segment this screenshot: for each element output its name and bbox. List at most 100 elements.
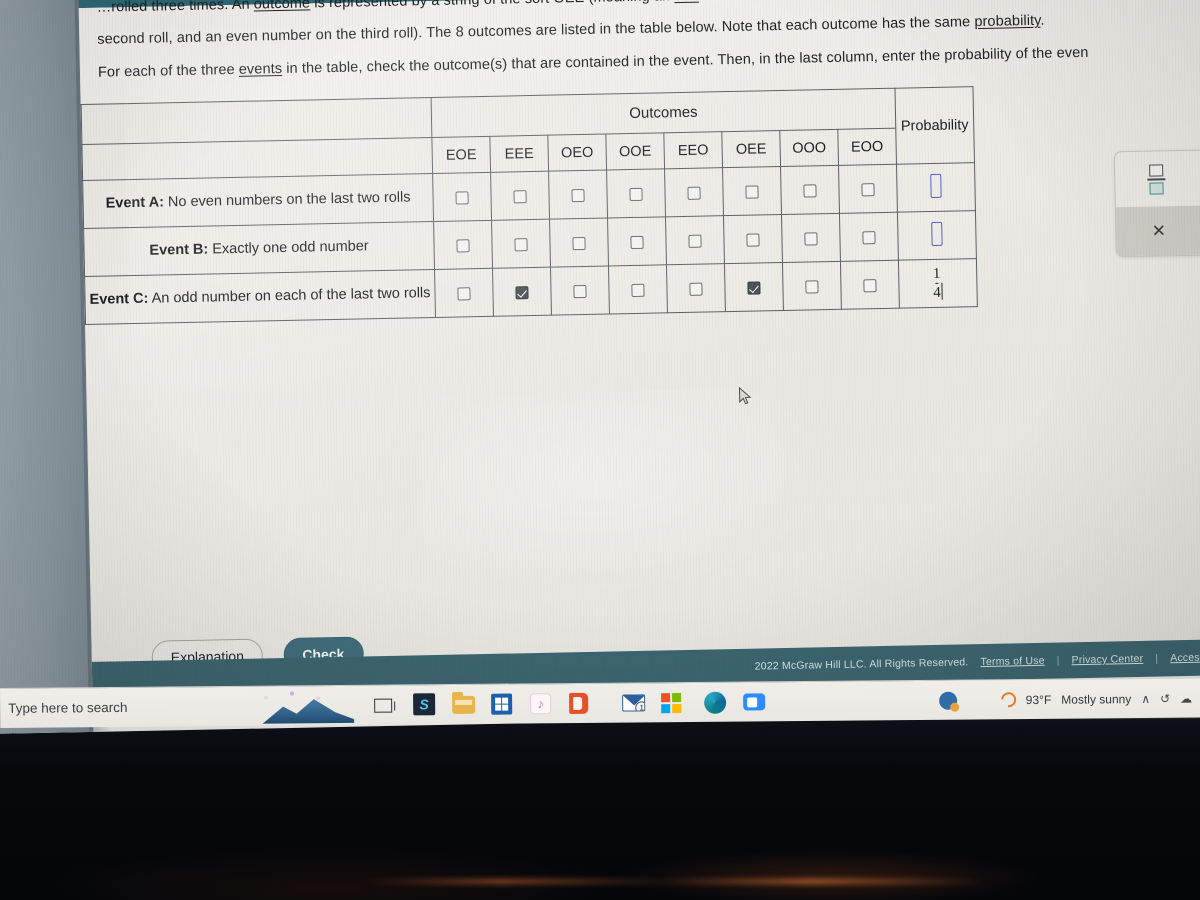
probability-cell[interactable] (896, 162, 976, 213)
event-label-cell: Event B: Exactly one odd number (83, 221, 435, 277)
checkbox-cell-eoe[interactable] (432, 172, 492, 222)
task-view-button[interactable] (374, 693, 398, 717)
footer-separator: | (1155, 652, 1159, 665)
cloud-icon[interactable]: ☁ (1180, 691, 1192, 705)
fraction-value[interactable]: 14 (933, 265, 941, 300)
checkbox-cell-ooe[interactable] (608, 264, 668, 314)
outcome-link[interactable]: outcome (254, 0, 311, 13)
checkbox-cell-eee[interactable] (490, 171, 550, 221)
checkbox-unchecked[interactable] (629, 188, 643, 202)
prose-text: …rolled three times. An (96, 0, 254, 16)
worksheet-table-zone: Outcomes Probability EOE EEE OEO OOE EEO OEE O… (80, 84, 1087, 404)
checkbox-unchecked[interactable] (746, 233, 760, 248)
checkbox-cell-oeo[interactable] (548, 170, 608, 220)
checkbox-cell-eoo[interactable] (839, 212, 899, 262)
checkbox-unchecked[interactable] (514, 238, 528, 252)
checkbox-unchecked[interactable] (687, 186, 701, 201)
checkbox-unchecked[interactable] (688, 234, 702, 249)
fraction-denominator-box (1149, 182, 1164, 195)
office-button[interactable] (569, 691, 593, 715)
outcome-header-ooo: OOO (779, 129, 839, 167)
checkbox-cell-ooo[interactable] (782, 261, 842, 311)
file-explorer-button[interactable] (452, 692, 476, 716)
edge-button[interactable] (704, 690, 729, 725)
outcome-header-eeo: EEO (663, 131, 723, 169)
terms-of-use-link[interactable]: Terms of Use (980, 655, 1044, 668)
zoom-button[interactable] (743, 690, 767, 714)
checkbox-checked[interactable] (747, 281, 761, 295)
privacy-center-link[interactable]: Privacy Center (1071, 653, 1143, 666)
checkbox-unchecked[interactable] (571, 189, 585, 203)
checkbox-unchecked[interactable] (631, 284, 645, 298)
itunes-button[interactable]: ♪ (530, 692, 554, 716)
text-caret (941, 282, 943, 300)
snipping-tool-button[interactable]: S (413, 692, 437, 717)
fraction-icon[interactable] (1145, 162, 1168, 196)
checkbox-unchecked[interactable] (861, 183, 875, 197)
checkbox-cell-oee[interactable] (722, 166, 782, 216)
chevron-up-icon[interactable]: ∧ (1141, 691, 1150, 705)
checkbox-unchecked[interactable] (456, 239, 470, 253)
start-button[interactable] (661, 691, 685, 715)
desk-reflection (365, 878, 985, 885)
checkbox-cell-eee[interactable] (491, 219, 551, 269)
palette-bottom-row: ✕ ↺ (1115, 203, 1200, 258)
checkbox-unchecked[interactable] (805, 280, 819, 294)
event-name: Event A: (105, 194, 165, 212)
probability-input[interactable] (931, 221, 943, 246)
outcome-header-oee: OEE (721, 130, 781, 168)
microsoft-store-button[interactable] (491, 692, 515, 716)
math-tool-palette[interactable]: ✕ ↺ (1113, 147, 1200, 258)
checkbox-checked[interactable] (515, 286, 529, 300)
checkbox-cell-eeo[interactable] (664, 167, 724, 217)
checkbox-unchecked[interactable] (630, 236, 644, 250)
checkbox-cell-ooe[interactable] (606, 168, 666, 218)
prose-text: For each of the three (97, 61, 239, 81)
probability-link[interactable]: probability (974, 13, 1040, 30)
accessibility-link[interactable]: Accessibility (1170, 651, 1200, 664)
checkbox-unchecked[interactable] (863, 279, 877, 293)
events-link[interactable]: events (239, 61, 283, 78)
search-input[interactable]: Type here to search (8, 699, 268, 716)
checkbox-cell-eoo[interactable] (838, 164, 898, 214)
checkbox-unchecked[interactable] (803, 184, 817, 198)
weather-temperature[interactable]: 93°F (1026, 692, 1052, 706)
checkbox-cell-eeo[interactable] (666, 263, 726, 313)
footer-copyright: 2022 McGraw Hill LLC. All Rights Reserve… (754, 656, 969, 673)
checkbox-unchecked[interactable] (572, 237, 586, 251)
checkbox-unchecked[interactable] (457, 287, 471, 301)
odd-link[interactable]: odd (674, 0, 699, 4)
checkbox-unchecked[interactable] (455, 191, 469, 205)
outcome-header-ooe: OOE (605, 132, 665, 171)
checkbox-unchecked[interactable] (513, 190, 527, 204)
close-icon[interactable]: ✕ (1116, 221, 1200, 243)
checkbox-unchecked[interactable] (804, 232, 818, 246)
checkbox-cell-ooe[interactable] (607, 216, 667, 266)
mail-button[interactable]: 1 (622, 691, 647, 726)
checkbox-cell-eeo[interactable] (665, 215, 725, 265)
weather-widget-thumbnail[interactable] (250, 688, 360, 723)
checkbox-unchecked[interactable] (862, 231, 876, 245)
checkbox-cell-oeo[interactable] (549, 217, 609, 268)
checkbox-unchecked[interactable] (745, 185, 759, 200)
checkbox-unchecked[interactable] (573, 285, 587, 299)
checkbox-cell-oee[interactable] (724, 262, 784, 312)
checkbox-cell-oee[interactable] (723, 214, 783, 264)
checkbox-unchecked[interactable] (689, 282, 703, 297)
probability-input[interactable] (930, 173, 942, 199)
checkbox-cell-eoe[interactable] (433, 220, 493, 270)
speaker-icon[interactable] (938, 691, 957, 710)
onedrive-icon[interactable]: ↺ (1160, 691, 1170, 705)
system-tray: 93°F Mostly sunny ∧ ↺ ☁ (938, 689, 1200, 711)
probability-cell[interactable] (897, 210, 977, 261)
checkbox-cell-ooo[interactable] (781, 213, 841, 263)
checkbox-cell-eoo[interactable] (840, 260, 900, 310)
weather-condition[interactable]: Mostly sunny (1061, 692, 1131, 707)
probability-cell[interactable]: 14 (898, 258, 978, 309)
checkbox-cell-oeo[interactable] (550, 265, 610, 316)
checkbox-cell-ooo[interactable] (780, 165, 840, 215)
footer-separator: | (1056, 654, 1060, 667)
checkbox-cell-eoe[interactable] (434, 268, 494, 318)
event-name: Event C: (89, 290, 149, 308)
checkbox-cell-eee[interactable] (492, 267, 552, 317)
